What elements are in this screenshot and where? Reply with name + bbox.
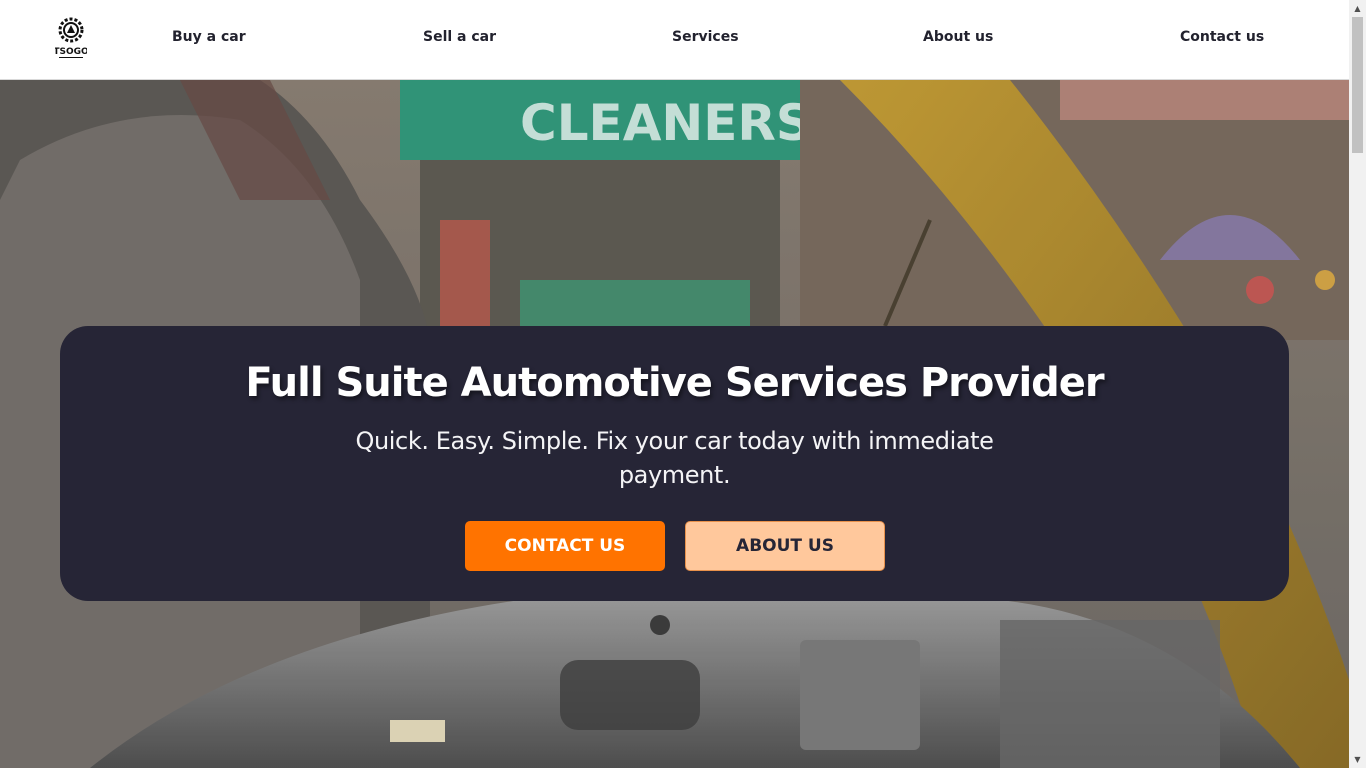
gear-wheel-icon: TSOGO [53, 17, 89, 58]
hero-card: Full Suite Automotive Services Provider … [60, 326, 1289, 601]
nav-link-services[interactable]: Services [672, 29, 739, 45]
nav-link-sell-a-car[interactable]: Sell a car [423, 29, 496, 45]
top-navbar: TSOGO Buy a car Sell a car Services Abou… [0, 0, 1349, 80]
vertical-scrollbar[interactable]: ▲ ▼ [1349, 0, 1366, 768]
hero-title: Full Suite Automotive Services Provider [245, 360, 1104, 406]
scroll-down-icon[interactable]: ▼ [1349, 751, 1366, 768]
scroll-thumb[interactable] [1352, 17, 1363, 153]
nav-link-contact-us[interactable]: Contact us [1180, 29, 1264, 45]
contact-us-button[interactable]: CONTACT US [465, 521, 665, 571]
nav-link-buy-a-car[interactable]: Buy a car [172, 29, 246, 45]
scroll-up-icon[interactable]: ▲ [1349, 0, 1366, 17]
logo[interactable]: TSOGO [53, 16, 89, 62]
nav-link-about-us[interactable]: About us [923, 29, 993, 45]
hero-section: CLEANERS Full Suite Automotive Services … [0, 80, 1349, 768]
logo-text: TSOGO [55, 47, 87, 57]
hero-subtitle: Quick. Easy. Simple. Fix your car today … [355, 427, 994, 489]
about-us-button[interactable]: ABOUT US [685, 521, 885, 571]
